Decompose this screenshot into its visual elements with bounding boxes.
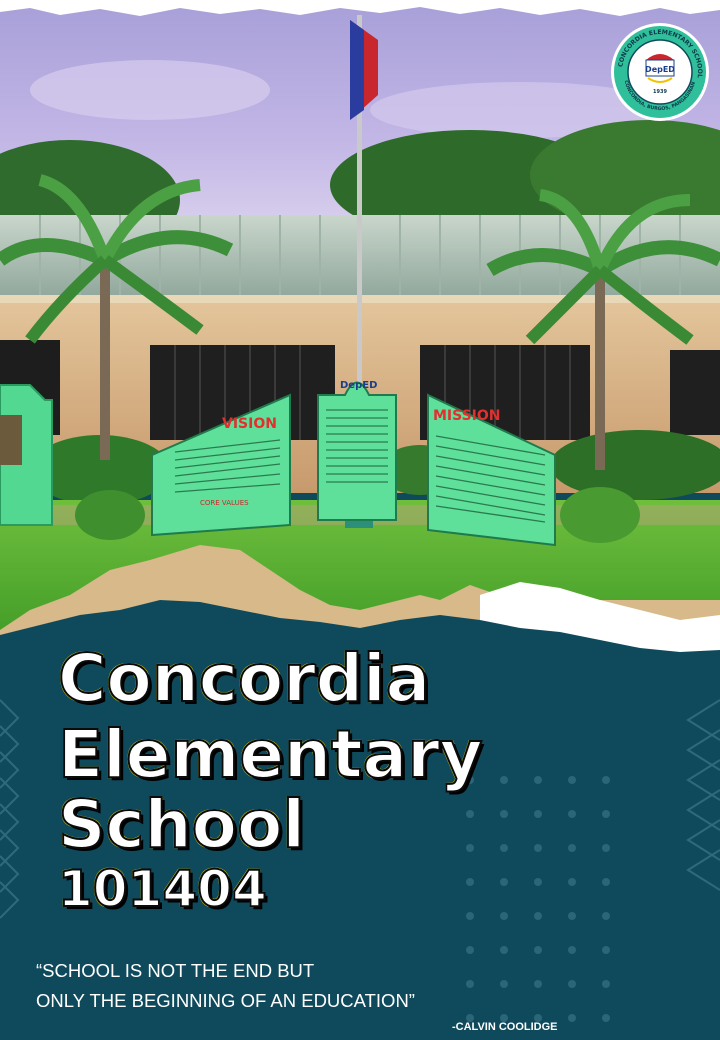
vision-heading: VISION [222, 416, 277, 432]
quote-line-2: ONLY THE BEGINNING OF AN EDUCATION” [36, 990, 415, 1011]
logo-year-text: 1939 [653, 89, 667, 95]
logo-center-text: DepED [645, 65, 675, 74]
chevron-pattern-right [686, 699, 720, 891]
deped-heading: DepED [340, 380, 377, 391]
dot-pattern [466, 776, 610, 1022]
title-line-3: School [57, 785, 306, 864]
chevron-pattern-left [0, 699, 20, 919]
title-line-1: Concordia [57, 639, 431, 718]
school-seal-logo: CONCORDIA ELEMENTARY SCHOOL CONCORDIA, B… [611, 23, 709, 121]
school-id: 101404 [57, 859, 268, 919]
quote-author: -CALVIN COOLIDGE [452, 1021, 558, 1033]
poster: VISION CORE VALUES DepED MISSION CONCORD… [0, 0, 720, 1040]
quote-line-1: “SCHOOL IS NOT THE END BUT [36, 960, 315, 981]
title-line-2: Elementary [57, 715, 484, 794]
mission-heading: MISSION [433, 408, 501, 424]
core-values-label: CORE VALUES [200, 499, 249, 507]
